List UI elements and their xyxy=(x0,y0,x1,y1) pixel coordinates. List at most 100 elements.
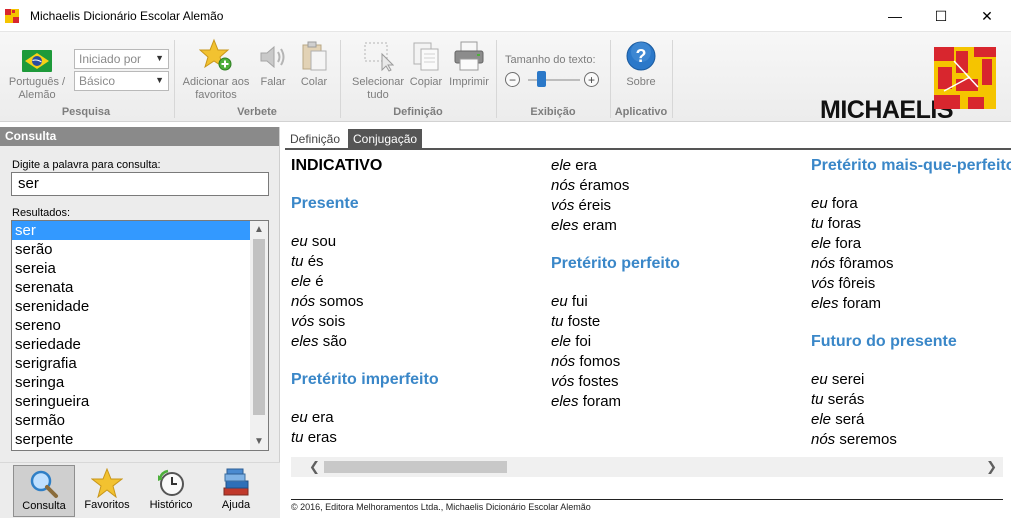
consulta-header: Consulta xyxy=(0,127,279,146)
list-item[interactable]: serigrafia xyxy=(12,354,250,373)
tense-heading-mais-que-perfeito: Pretérito mais-que-perfeito xyxy=(811,157,1011,174)
conjugation-row: eles foram xyxy=(551,393,622,410)
tense-heading-imperfeito: Pretérito imperfeito xyxy=(291,371,439,388)
group-label-verbete: Verbete xyxy=(237,106,277,118)
zoom-in-button[interactable]: + xyxy=(584,72,599,87)
group-separator xyxy=(340,40,341,118)
conjugation-row: eles são xyxy=(291,333,347,350)
zoom-out-button[interactable]: − xyxy=(505,72,520,87)
conjugation-row: eles eram xyxy=(551,217,617,234)
scroll-up-icon[interactable]: ▲ xyxy=(254,224,264,235)
group-verbete: Adicionar aos favoritos Falar Colar Verb xyxy=(176,32,338,122)
list-item[interactable]: serão xyxy=(12,240,250,259)
conjugation-content: Definição Conjugação INDICATIVO Presente… xyxy=(285,127,1011,518)
horizontal-scrollbar-thumb[interactable] xyxy=(324,461,507,473)
horizontal-scrollbar[interactable]: ❮ ❯ xyxy=(291,457,1003,477)
add-favorites-button[interactable]: Adicionar aos favoritos xyxy=(182,38,250,102)
minimize-button[interactable]: — xyxy=(872,0,918,32)
conjugation-row: nós somos xyxy=(291,293,364,310)
tab-historico[interactable]: Histórico xyxy=(140,465,202,517)
conjugation-row: tu eras xyxy=(291,429,337,446)
list-item[interactable]: seriedade xyxy=(12,335,250,354)
scroll-right-icon[interactable]: ❯ xyxy=(986,459,997,475)
conjugation-row: vós éreis xyxy=(551,197,612,214)
dropdown-arrow-icon: ▼ xyxy=(155,75,164,85)
star-icon xyxy=(76,467,138,499)
paste-button[interactable]: Colar xyxy=(296,38,332,89)
conjugation-row: tu és xyxy=(291,253,324,270)
scroll-down-icon[interactable]: ▼ xyxy=(254,436,264,447)
tense-heading-futuro-presente: Futuro do presente xyxy=(811,333,957,350)
results-scrollbar[interactable]: ▲ ▼ xyxy=(250,221,268,450)
group-separator xyxy=(610,40,611,118)
tab-ajuda-label: Ajuda xyxy=(221,499,251,511)
text-size-label: Tamanho do texto: xyxy=(505,54,596,66)
list-item[interactable]: seringueira xyxy=(12,392,250,411)
search-mode-combo[interactable]: Iniciado por ▼ xyxy=(74,49,169,69)
maximize-button[interactable]: ☐ xyxy=(918,0,964,32)
conjugation-row: vós sois xyxy=(291,313,346,330)
magnifier-icon xyxy=(14,468,74,500)
list-item[interactable]: sereno xyxy=(12,316,250,335)
window-title: Michaelis Dicionário Escolar Alemão xyxy=(30,9,224,23)
clipboard-icon xyxy=(296,38,332,72)
tab-ajuda[interactable]: Ajuda xyxy=(205,465,267,517)
minimize-icon: — xyxy=(888,8,902,24)
list-item[interactable]: serenidade xyxy=(12,297,250,316)
results-scrollbar-thumb[interactable] xyxy=(253,239,265,415)
dropdown-arrow-icon: ▼ xyxy=(155,53,164,63)
tab-definicao[interactable]: Definição xyxy=(285,129,345,150)
footer-divider xyxy=(291,499,1003,500)
about-button[interactable]: ? Sobre xyxy=(620,38,662,89)
results-label: Resultados: xyxy=(12,207,71,219)
print-button[interactable]: Imprimir xyxy=(446,38,492,89)
about-label: Sobre xyxy=(626,76,656,88)
conjugation-row: tu foras xyxy=(811,215,862,232)
list-item[interactable]: sermão xyxy=(12,411,250,430)
conjugation-row: vós fostes xyxy=(551,373,619,390)
list-item[interactable]: serpente xyxy=(12,430,250,449)
list-item[interactable]: ser xyxy=(12,221,250,240)
search-input[interactable]: ser xyxy=(11,172,269,196)
list-item[interactable]: seringa xyxy=(12,373,250,392)
dictionary-level-combo[interactable]: Básico ▼ xyxy=(74,71,169,91)
list-item[interactable]: serenata xyxy=(12,278,250,297)
star-add-icon xyxy=(182,38,250,72)
language-button[interactable]: Português / Alemão xyxy=(8,38,66,102)
tab-consulta[interactable]: Consulta xyxy=(13,465,75,517)
group-label-exibicao: Exibição xyxy=(530,106,576,118)
conjugation-row: vós fôreis xyxy=(811,275,876,292)
svg-text:?: ? xyxy=(636,46,647,66)
printer-icon xyxy=(446,38,492,72)
group-definicao: Selecionar tudo Copiar Imprimir Definiçã… xyxy=(342,32,494,122)
tab-favoritos[interactable]: Favoritos xyxy=(76,465,138,517)
michaelis-logo-icon xyxy=(934,47,996,109)
select-all-button[interactable]: Selecionar tudo xyxy=(346,38,410,102)
copy-label: Copiar xyxy=(409,76,443,88)
conjugation-row: eu serei xyxy=(811,371,865,388)
dictionary-level-value: Básico xyxy=(79,74,116,88)
title-bar: Michaelis Dicionário Escolar Alemão — ☐ … xyxy=(0,0,1011,32)
minus-icon: − xyxy=(508,72,516,87)
copyright-footer: © 2016, Editora Melhoramentos Ltda., Mic… xyxy=(291,502,591,512)
conjugation-column-2: ele era nós éramos vós éreis eles eram P… xyxy=(551,156,680,412)
add-favorites-label: Adicionar aos favoritos xyxy=(182,76,250,101)
group-separator xyxy=(174,40,175,118)
text-size-slider-thumb[interactable] xyxy=(536,71,546,87)
copy-icon xyxy=(406,38,446,72)
copy-button[interactable]: Copiar xyxy=(406,38,446,89)
text-size-slider-track[interactable] xyxy=(528,79,580,81)
speak-button[interactable]: Falar xyxy=(256,38,290,89)
conjugation-row: tu foste xyxy=(551,313,601,330)
conjugation-row: eu fora xyxy=(811,195,858,212)
paste-label: Colar xyxy=(300,76,328,88)
tab-conjugacao[interactable]: Conjugação xyxy=(348,129,423,150)
list-item[interactable]: sereia xyxy=(12,259,250,278)
conjugation-column-3: Pretérito mais-que-perfeito eu fora tu f… xyxy=(811,156,1011,450)
close-button[interactable]: ✕ xyxy=(964,0,1010,32)
scroll-left-icon[interactable]: ❮ xyxy=(309,459,320,475)
app-logo-icon xyxy=(5,9,19,23)
group-label-aplicativo: Aplicativo xyxy=(614,106,668,118)
tense-heading-perfeito: Pretérito perfeito xyxy=(551,255,680,272)
results-list[interactable]: ser serão sereia serenata serenidade ser… xyxy=(11,220,269,451)
